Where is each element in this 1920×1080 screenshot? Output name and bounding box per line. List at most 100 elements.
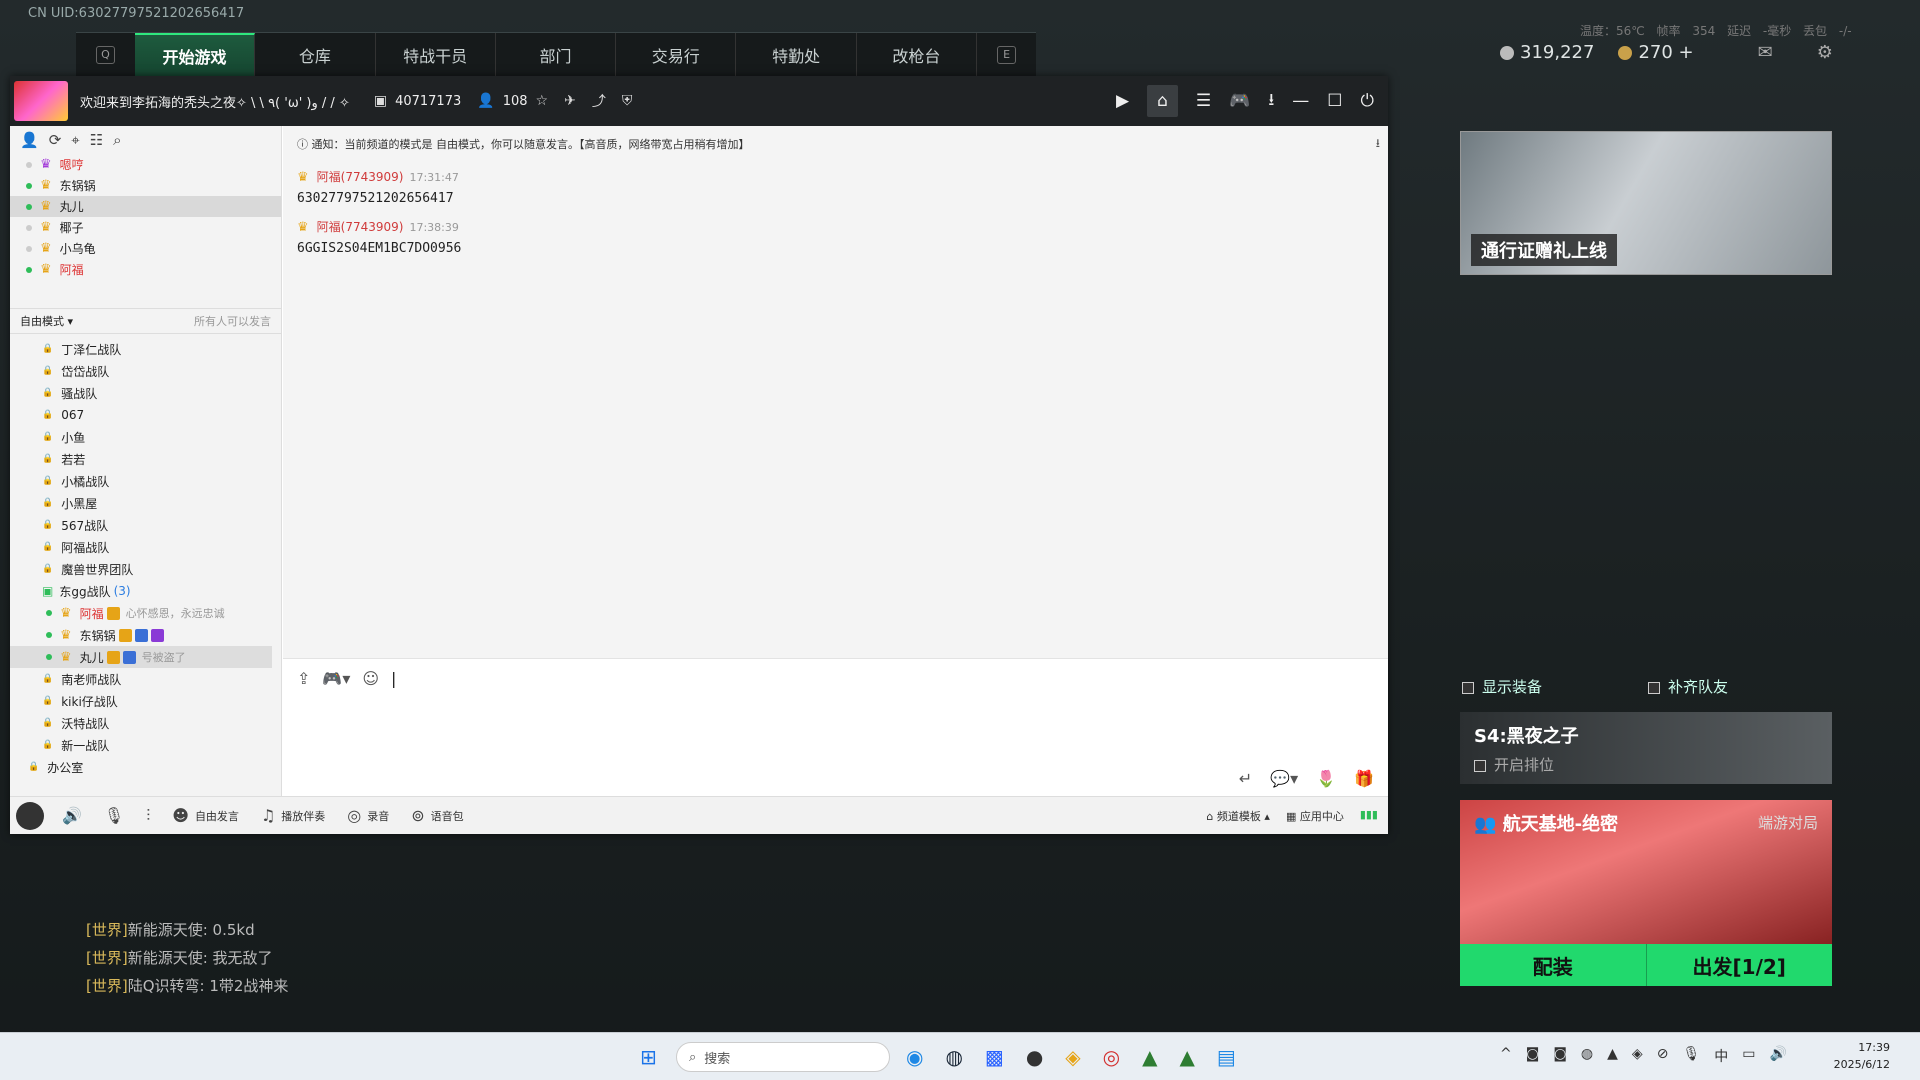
maximize-icon[interactable]: ☐ <box>1327 91 1342 111</box>
emoji-icon[interactable]: ☺ <box>362 669 379 688</box>
tray-game-icon[interactable]: ▲ <box>1607 1046 1618 1066</box>
channel-item[interactable]: 🔒 新一战队 <box>10 734 281 756</box>
message-author[interactable]: 阿福(7743909) <box>317 170 404 184</box>
gift-icon[interactable]: 🎁 <box>1354 769 1374 788</box>
location-icon[interactable]: ⌖ <box>71 131 79 149</box>
game-icon[interactable]: ▲ <box>1142 1045 1157 1069</box>
shield-icon[interactable]: ⛨ <box>622 93 633 109</box>
video-icon[interactable]: ▶ <box>1116 91 1129 111</box>
loadout-button[interactable]: 配装 <box>1460 944 1647 986</box>
tab-operators[interactable]: 特战干员 <box>376 32 496 77</box>
mail-icon[interactable]: ✉ <box>1758 42 1773 63</box>
member-item[interactable]: ♛ 东锅锅 <box>10 175 281 196</box>
app-icon[interactable]: ▩ <box>985 1045 1004 1069</box>
voice-pack-button[interactable]: ⊚ 语音包 <box>411 806 463 825</box>
channel-item[interactable]: 🔒 067 <box>10 404 281 426</box>
netease-music-icon[interactable]: ◎ <box>1103 1045 1120 1069</box>
mixer-button[interactable]: ⫶ <box>146 806 150 826</box>
currency-gold[interactable]: 270 + <box>1618 42 1694 63</box>
channel-item[interactable]: 🔒 小鱼 <box>10 426 281 448</box>
game-icon-2[interactable]: ▲ <box>1180 1045 1195 1069</box>
next-tab-key[interactable]: E <box>997 45 1016 64</box>
message-input-area[interactable]: ⇪ 🎮▾ ☺ | ↵ 💬▾ 🌷 🎁 <box>283 658 1388 796</box>
tab-gunsmith[interactable]: 改枪台 <box>857 32 978 77</box>
app-center-button[interactable]: ▦ 应用中心 <box>1286 808 1344 824</box>
channel-item[interactable]: 🔒 沃特战队 <box>10 712 281 734</box>
ranked-toggle[interactable]: 开启排位 <box>1474 754 1554 775</box>
chevron-up-icon[interactable]: ^ <box>1500 1046 1512 1066</box>
display-icon[interactable]: ▭ <box>1742 1046 1755 1066</box>
play-music-button[interactable]: ♫ 播放伴奏 <box>261 806 325 825</box>
clock[interactable]: 17:39 2025/6/12 <box>1834 1039 1890 1073</box>
free-speak-button[interactable]: ☻ 自由发言 <box>172 806 239 825</box>
steam-tray-icon[interactable]: ◍ <box>1581 1046 1593 1066</box>
minimize-icon[interactable]: — <box>1292 91 1309 111</box>
show-equip-toggle[interactable]: 显示装备 <box>1462 676 1542 697</box>
chat-bubble-icon[interactable]: 💬▾ <box>1270 769 1298 788</box>
network-icon[interactable]: ⊘ <box>1657 1046 1669 1066</box>
channel-template-button[interactable]: ⌂ 频道模板 ▴ <box>1206 808 1270 824</box>
windows-start-icon[interactable]: ⊞ <box>640 1045 657 1069</box>
channel-member[interactable]: ♛ 丸儿 号被盗了 <box>10 646 272 668</box>
tray-app-icon[interactable]: ◙ <box>1526 1046 1540 1066</box>
edge-icon[interactable]: ◉ <box>906 1045 923 1069</box>
notes-icon[interactable]: ☷ <box>90 131 103 149</box>
promo-banner[interactable]: 通行证赠礼上线 <box>1460 131 1832 275</box>
gamepad-icon[interactable]: 🎮 <box>1229 91 1250 111</box>
flower-icon[interactable]: 🌷 <box>1316 769 1336 788</box>
member-item[interactable]: ♛ 嗯哼 <box>10 154 281 175</box>
channel-member[interactable]: ♛ 东锅锅 <box>10 624 281 646</box>
channel-member[interactable]: ♛ 阿福 心怀感恩，永远忠诚 <box>10 602 281 624</box>
channel-item[interactable]: 🔒 若若 <box>10 448 281 470</box>
obs-icon[interactable]: ● <box>1026 1045 1043 1069</box>
tab-department[interactable]: 部门 <box>496 32 617 77</box>
list-icon[interactable]: ☰ <box>1196 91 1211 111</box>
volume-icon[interactable]: 🔊 <box>1769 1046 1786 1066</box>
channel-item[interactable]: 🔒 阿福战队 <box>10 536 281 558</box>
map-card[interactable]: 👥 航天基地-绝密 端游对局 <box>1460 800 1832 944</box>
user-icon[interactable]: 👤 <box>20 131 39 149</box>
tray-app-icon[interactable]: ◙ <box>1553 1046 1567 1066</box>
tray-app-icon[interactable]: ◈ <box>1632 1046 1643 1066</box>
channel-item[interactable]: 🔒 办公室 <box>10 756 281 778</box>
tab-start-game[interactable]: 开始游戏 <box>134 32 256 77</box>
channel-item[interactable]: 🔒 kiki仔战队 <box>10 690 281 712</box>
tab-trade[interactable]: 交易行 <box>616 32 737 77</box>
search-icon[interactable]: ⌕ <box>113 131 121 149</box>
speaker-button[interactable]: 🔊 <box>62 806 82 825</box>
active-channel[interactable]: ▣ 东gg战队 (3) <box>10 580 281 602</box>
fill-team-toggle[interactable]: 补齐队友 <box>1648 676 1728 697</box>
power-icon[interactable]: ⏻ <box>1361 91 1374 111</box>
refresh-icon[interactable]: ⟳ <box>49 131 62 149</box>
member-item[interactable]: ♛ 阿福 <box>10 259 281 280</box>
channel-item[interactable]: 🔒 岱岱战队 <box>10 360 281 382</box>
tab-warehouse[interactable]: 仓库 <box>255 32 376 77</box>
download-icon[interactable]: ⭳ <box>1268 87 1274 116</box>
share-icon[interactable]: ⇪ <box>297 669 310 688</box>
ime-indicator[interactable]: 中 <box>1714 1046 1728 1066</box>
member-item[interactable]: ♛ 椰子 <box>10 217 281 238</box>
channel-item[interactable]: 🔒 567战队 <box>10 514 281 536</box>
channel-item[interactable]: 🔒 魔兽世界团队 <box>10 558 281 580</box>
steam-icon[interactable]: ◍ <box>945 1045 962 1069</box>
mic-tray-icon[interactable]: 🎙 <box>1682 1046 1700 1066</box>
mic-button[interactable]: 🎙 <box>104 806 124 825</box>
tab-special[interactable]: 特勤处 <box>736 32 857 77</box>
channel-item[interactable]: 🔒 南老师战队 <box>10 668 281 690</box>
season-card[interactable]: S4:黑夜之子 开启排位 <box>1460 712 1832 784</box>
notepad-icon[interactable]: ▤ <box>1217 1045 1236 1069</box>
prev-tab-key[interactable]: Q <box>96 45 115 64</box>
member-item[interactable]: ♛ 丸儿 <box>10 196 281 217</box>
channel-item[interactable]: 🔒 小黑屋 <box>10 492 281 514</box>
channel-item[interactable]: 🔒 小橘战队 <box>10 470 281 492</box>
deploy-button[interactable]: 出发[1/2] <box>1647 944 1833 986</box>
scroll-bottom-icon[interactable]: ⭳ <box>1376 134 1380 155</box>
channel-item[interactable]: 🔒 丁泽仁战队 <box>10 338 281 360</box>
gamepad-icon[interactable]: 🎮▾ <box>322 669 350 688</box>
voice-app-icon[interactable]: ◈ <box>1065 1045 1080 1069</box>
message-author[interactable]: 阿福(7743909) <box>317 220 404 234</box>
send-icon[interactable]: ↵ <box>1239 769 1252 788</box>
share-icon[interactable]: ⤴ <box>592 91 606 111</box>
settings-icon[interactable]: ⚙ <box>1817 42 1833 63</box>
favorite-icon[interactable]: ☆ <box>536 93 549 109</box>
